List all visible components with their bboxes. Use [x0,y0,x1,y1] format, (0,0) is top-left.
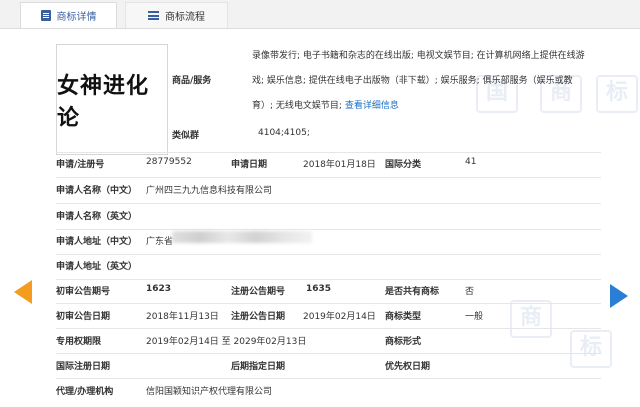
tab-bar: 商标详情 商标流程 [0,0,640,29]
row-divider [56,177,601,178]
goods-line-last: 育）; 无线电文娱节目; 查看详细信息 [252,94,614,119]
mark-form-label: 商标形式 [385,337,422,347]
row-divider [56,152,601,153]
row-divider [56,303,601,304]
apply-date-value: 2018年01月18日 [303,160,376,170]
tab-trademark-process[interactable]: 商标流程 [125,2,228,28]
address-cn-value: 广东省 [146,237,174,247]
tab-trademark-details[interactable]: 商标详情 [20,2,117,28]
document-icon [40,10,51,21]
row-divider [56,229,601,230]
reg-pub-date-value: 2019年02月14日 [303,312,376,322]
reg-no-value: 28779552 [146,157,192,167]
next-arrow-icon[interactable] [610,284,628,308]
intl-class-value: 41 [465,157,477,167]
agent-label: 代理/办理机构 [56,387,114,397]
applicant-en-label: 申请人名称（英文） [56,212,138,222]
goods-line: 戏; 娱乐信息; 提供在线电子出版物（非下载）; 娱乐服务; 俱乐部服务（娱乐或… [252,76,573,86]
address-en-label: 申请人地址（英文） [56,262,138,272]
prelim-no-label: 初审公告期号 [56,287,111,297]
apply-date-label: 申请日期 [231,160,268,170]
row-divider [56,378,601,379]
excl-period-label: 专用权期限 [56,337,102,347]
watermark-stamp: 商 [510,300,552,338]
priority-date-label: 优先权日期 [385,362,431,372]
late-date-label: 后期指定日期 [231,362,286,372]
intl-class-label: 国际分类 [385,160,422,170]
mark-type-value: 一般 [465,312,484,322]
row-divider [56,203,601,204]
reg-pub-date-label: 注册公告日期 [231,312,286,322]
address-cn-label: 申请人地址（中文） [56,237,138,247]
row-divider [56,254,601,255]
shared-mark-label: 是否共有商标 [385,287,440,297]
applicant-cn-label: 申请人名称（中文） [56,186,138,196]
redacted-address [172,231,312,243]
tab-label: 商标详情 [56,12,97,23]
excl-period-value: 2019年02月14日 至 2029年02月13日 [146,337,307,347]
applicant-cn-value: 广州四三九九信息科技有限公司 [146,186,273,196]
goods-line: 育）; 无线电文娱节目; [252,101,342,111]
prelim-no-value: 1623 [146,284,172,294]
similar-group-value: 4104;4105; [258,128,310,138]
view-details-link[interactable]: 查看详细信息 [345,101,399,111]
row-divider [56,279,601,280]
prelim-date-label: 初审公告日期 [56,312,111,322]
goods-services-label: 商品/服务 [172,76,212,86]
trademark-image: 女神进化论 [56,44,168,155]
reg-no-label: 申请/注册号 [56,160,105,170]
goods-line: 录像带发行; 电子书籍和杂志的在线出版; 电视文娱节目; 在计算机网络上提供在线… [252,51,585,61]
prelim-date-value: 2018年11月13日 [146,312,219,322]
reg-pub-no-value: 1635 [306,284,332,294]
list-icon [148,11,159,20]
tab-label: 商标流程 [165,12,205,23]
reg-pub-no-label: 注册公告期号 [231,287,286,297]
watermark-stamp: 标 [570,330,612,368]
agent-value: 信阳国颖知识产权代理有限公司 [146,387,273,397]
similar-group-label: 类似群 [172,131,200,141]
row-divider [56,328,601,329]
mark-type-label: 商标类型 [385,312,422,322]
intl-reg-date-label: 国际注册日期 [56,362,111,372]
row-divider [56,353,601,354]
goods-services-text: 录像带发行; 电子书籍和杂志的在线出版; 电视文娱节目; 在计算机网络上提供在线… [252,44,614,119]
prev-arrow-icon[interactable] [14,280,32,304]
shared-mark-value: 否 [465,287,475,297]
